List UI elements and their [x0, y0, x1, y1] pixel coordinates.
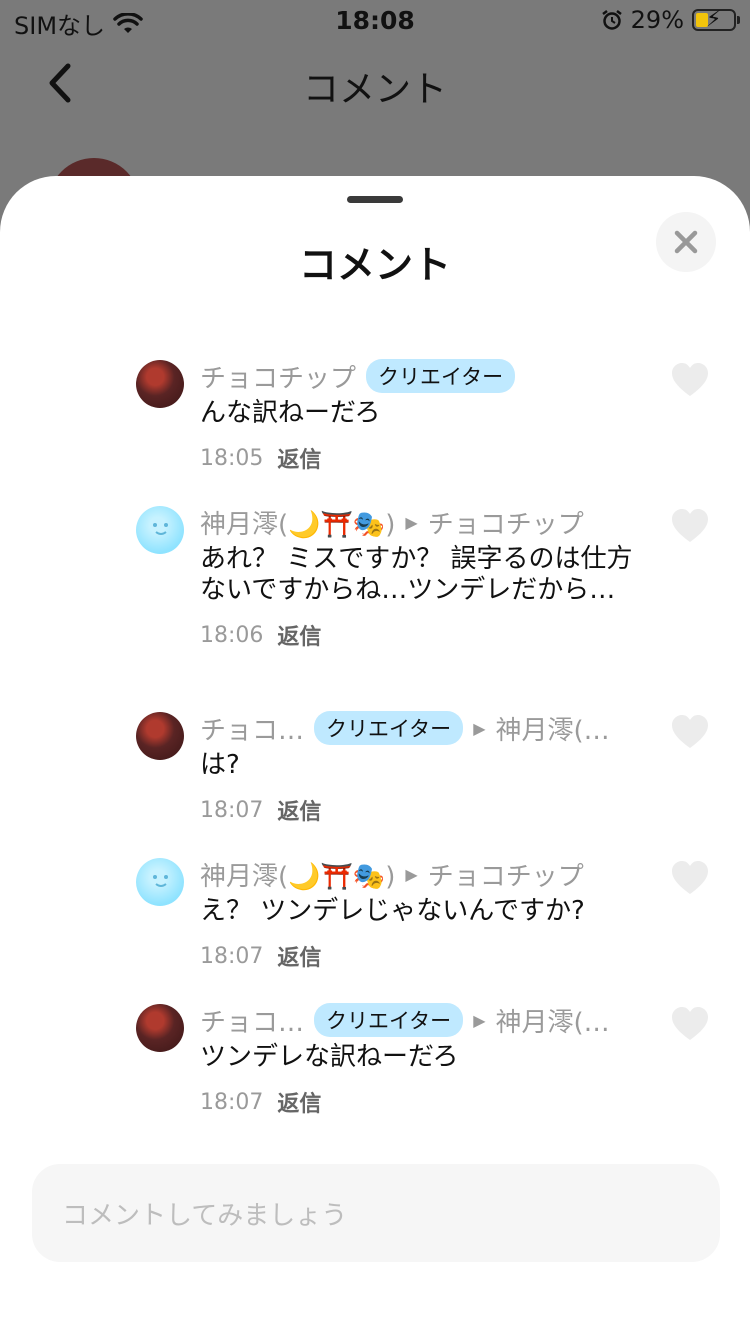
comment-meta: チョコチップ クリエイター — [200, 356, 640, 396]
reply-button[interactable]: 返信 — [277, 940, 321, 972]
reply-target[interactable]: チョコチップ — [428, 504, 584, 541]
comment-item: チョコ… クリエイター ▶ 神月澪(… は? 18:07 返信 — [0, 708, 750, 825]
creator-badge: クリエイター — [314, 1003, 464, 1037]
avatar[interactable] — [136, 506, 184, 554]
comment-meta: 神月澪(🌙⛩️🎭) ▶ チョコチップ — [200, 854, 640, 894]
comment-time: 18:05 — [200, 445, 264, 471]
avatar[interactable] — [136, 1004, 184, 1052]
comment-item: 神月澪(🌙⛩️🎭) ▶ チョコチップ え？ ツンデレじゃないんですか? 18:0… — [0, 854, 750, 971]
comment-time: 18:07 — [200, 943, 264, 969]
comment-text: あれ？ ミスですか？ 誤字るのは仕方ないですからね…ツンデレだから… — [200, 544, 633, 605]
heart-icon[interactable] — [670, 714, 710, 750]
comment-footer: 18:05 返信 — [200, 442, 640, 474]
avatar[interactable] — [136, 858, 184, 906]
comment-author[interactable]: チョコチップ — [200, 358, 356, 395]
comment-author[interactable]: チョコ… — [200, 710, 304, 747]
comment-footer: 18:06 返信 — [200, 619, 640, 651]
heart-icon[interactable] — [670, 1006, 710, 1042]
reply-button[interactable]: 返信 — [277, 442, 321, 474]
comment-input-placeholder: コメントしてみましょう — [62, 1200, 348, 1231]
comment-text: ツンデレな訳ねーだろ — [200, 1042, 459, 1072]
comment-time: 18:06 — [200, 622, 264, 648]
close-button[interactable] — [656, 212, 716, 272]
reply-arrow-icon: ▶ — [405, 864, 418, 884]
comment-meta: チョコ… クリエイター ▶ 神月澪(… — [200, 1000, 640, 1040]
page-header: コメント — [0, 40, 750, 130]
reply-target[interactable]: チョコチップ — [428, 856, 584, 893]
heart-icon[interactable] — [670, 362, 710, 398]
comment-footer: 18:07 返信 — [200, 940, 640, 972]
smile-face-icon — [153, 523, 168, 535]
battery-icon: ⚡ — [692, 7, 740, 32]
reply-arrow-icon: ▶ — [473, 718, 486, 738]
comment-input[interactable]: コメントしてみましょう — [32, 1164, 720, 1262]
reply-target[interactable]: 神月澪(… — [496, 710, 610, 747]
comment-item: チョコ… クリエイター ▶ 神月澪(… ツンデレな訳ねーだろ 18:07 返信 — [0, 1000, 750, 1117]
comment-meta: 神月澪(🌙⛩️🎭) ▶ チョコチップ — [200, 502, 640, 542]
comment-text: は? — [200, 750, 240, 780]
comment-author[interactable]: 神月澪(🌙⛩️🎭) — [200, 856, 395, 893]
comment-meta: チョコ… クリエイター ▶ 神月澪(… — [200, 708, 640, 748]
avatar[interactable] — [136, 360, 184, 408]
comment-author[interactable]: チョコ… — [200, 1002, 304, 1039]
comment-text: んな訳ねーだろ — [200, 398, 381, 428]
comment-time: 18:07 — [200, 1089, 264, 1115]
reply-arrow-icon: ▶ — [405, 512, 418, 532]
comment-footer: 18:07 返信 — [200, 794, 640, 826]
battery-percent: 29% — [630, 6, 684, 34]
sheet-grabber[interactable] — [347, 196, 403, 203]
creator-badge: クリエイター — [314, 711, 464, 745]
sheet-title: コメント — [298, 243, 451, 287]
creator-badge: クリエイター — [366, 359, 516, 393]
comment-footer: 18:07 返信 — [200, 1086, 640, 1118]
comment-author[interactable]: 神月澪(🌙⛩️🎭) — [200, 504, 395, 541]
heart-icon[interactable] — [670, 860, 710, 896]
status-right: 29% ⚡ — [601, 6, 740, 34]
avatar[interactable] — [136, 712, 184, 760]
reply-button[interactable]: 返信 — [277, 619, 321, 651]
comment-text: え？ ツンデレじゃないんですか? — [200, 896, 585, 926]
status-bar: SIMなし 18:08 29% ⚡ — [0, 0, 750, 40]
reply-arrow-icon: ▶ — [473, 1010, 486, 1030]
page-title: コメント — [302, 69, 447, 110]
comment-time: 18:07 — [200, 797, 264, 823]
comment-item: チョコチップ クリエイター んな訳ねーだろ 18:05 返信 — [0, 356, 750, 473]
smile-face-icon — [153, 875, 168, 887]
reply-button[interactable]: 返信 — [277, 794, 321, 826]
close-icon — [674, 230, 698, 254]
reply-button[interactable]: 返信 — [277, 1086, 321, 1118]
comment-item: 神月澪(🌙⛩️🎭) ▶ チョコチップ あれ？ ミスですか？ 誤字るのは仕方ないで… — [0, 502, 750, 650]
comment-sheet: コメント チョコチップ クリエイター んな訳ねーだろ 18:05 返信 神月澪(… — [0, 176, 750, 1334]
alarm-icon — [601, 10, 622, 30]
heart-icon[interactable] — [670, 508, 710, 544]
reply-target[interactable]: 神月澪(… — [496, 1002, 610, 1039]
